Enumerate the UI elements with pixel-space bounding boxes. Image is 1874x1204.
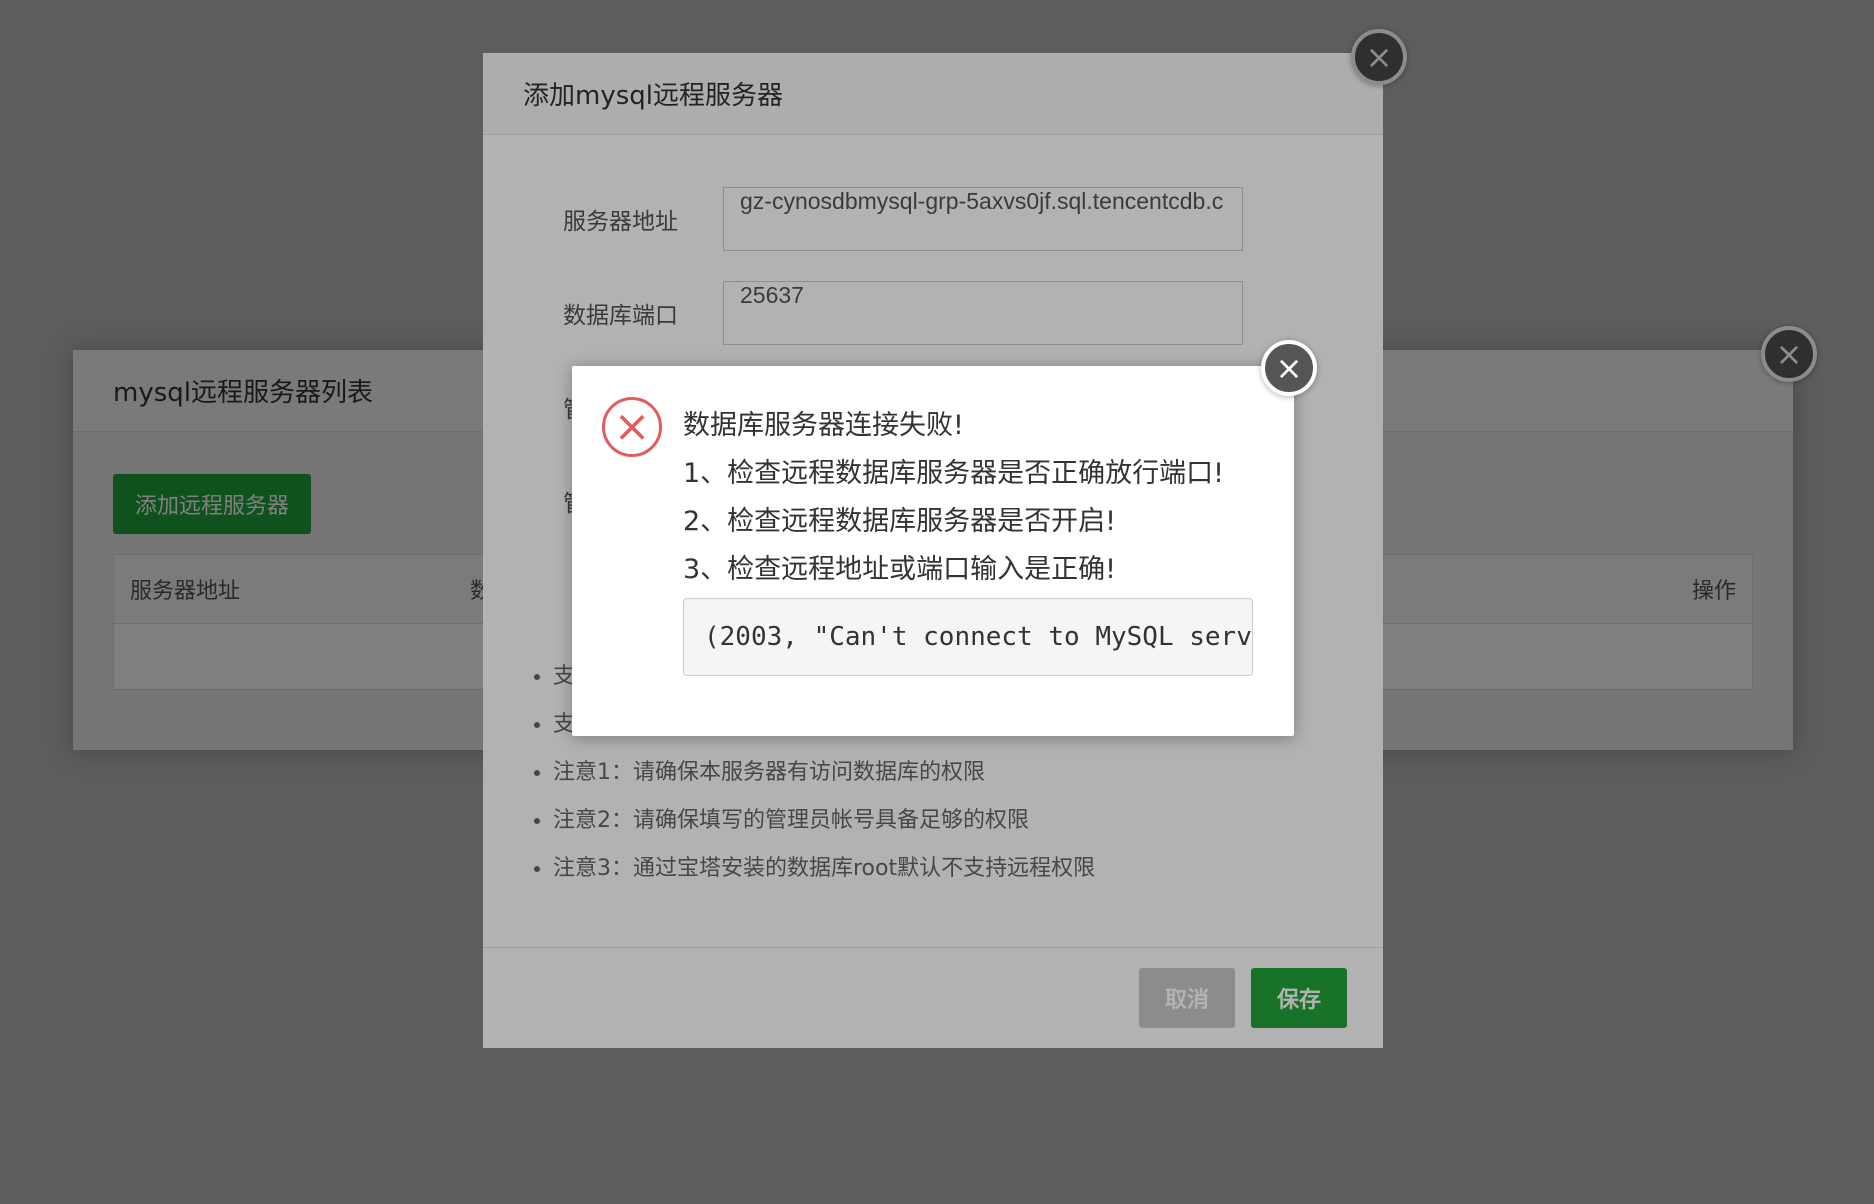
alert-line: 2、检查远程数据库服务器是否开启! <box>683 506 1117 537</box>
close-add-dialog-button[interactable]: × <box>1351 29 1407 85</box>
close-list-dialog-button[interactable]: × <box>1761 326 1817 382</box>
error-x-icon: × <box>602 397 662 457</box>
alert-line: 3、检查远程地址或端口输入是正确! <box>683 554 1117 585</box>
close-icon: × <box>1275 349 1303 387</box>
connection-error-alert: × 数据库服务器连接失败! 1、检查远程数据库服务器是否正确放行端口! 2、检查… <box>572 366 1294 736</box>
close-icon: × <box>1365 38 1393 76</box>
error-detail-box[interactable]: (2003, "Can't connect to MySQL serv <box>683 598 1253 676</box>
alert-line: 数据库服务器连接失败! <box>683 410 964 441</box>
alert-line: 1、检查远程数据库服务器是否正确放行端口! <box>683 458 1225 489</box>
close-icon: × <box>1775 335 1803 373</box>
alert-message: 数据库服务器连接失败! 1、检查远程数据库服务器是否正确放行端口! 2、检查远程… <box>683 402 1224 594</box>
close-alert-button[interactable]: × <box>1261 340 1317 396</box>
